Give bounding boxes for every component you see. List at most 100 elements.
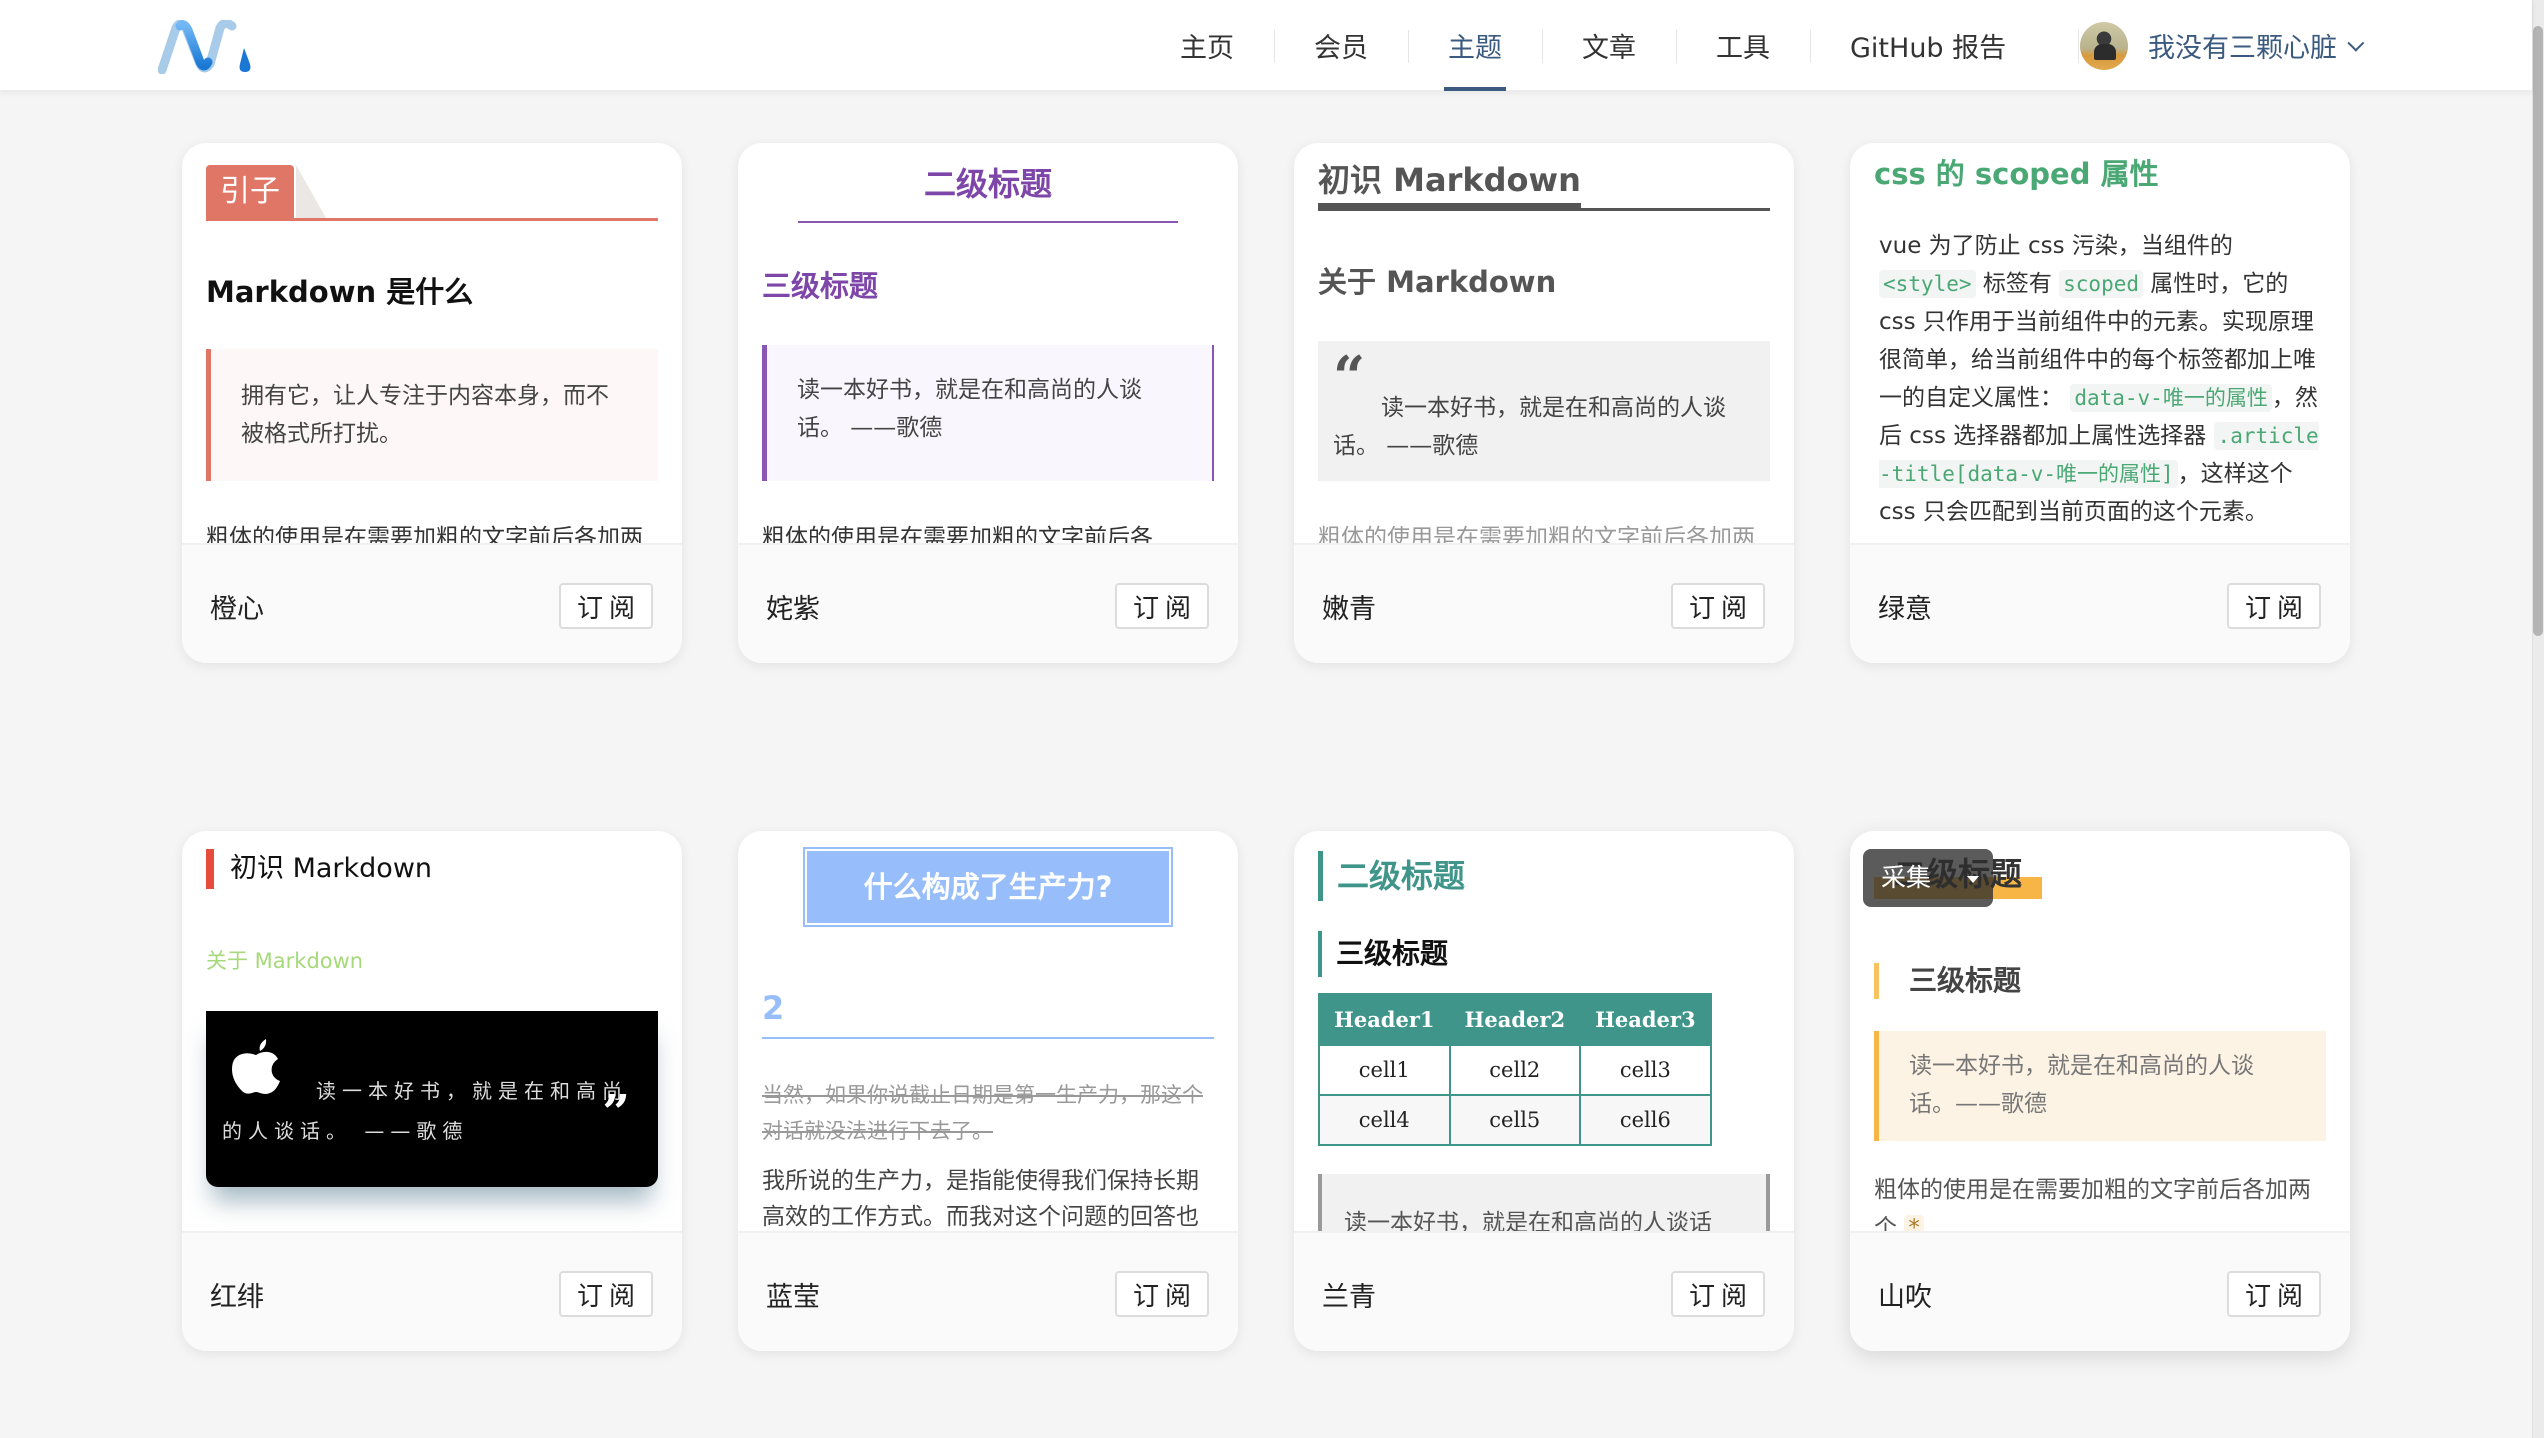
paragraph-text: 粗体的使用是在需要加粗的文字前后各加两个	[1874, 1177, 2311, 1231]
card-footer: 嫩青 订阅	[1294, 543, 1794, 663]
theme-card-lanqing: 二级标题 三级标题 Header1 Header2 Header3 cell1 …	[1294, 831, 1794, 1351]
preview-paragraph: 粗体的使用是在需要加粗的文字前后各加两	[206, 525, 643, 543]
subscribe-button[interactable]: 订阅	[2227, 1271, 2321, 1317]
theme-card-hongfei: 初识 Markdown 关于 Markdown 读一本好书，就是在和高尚的人谈话…	[182, 831, 682, 1351]
chevron-down-icon[interactable]	[2347, 34, 2365, 52]
theme-preview: 二级标题 三级标题 Header1 Header2 Header3 cell1 …	[1294, 831, 1794, 1231]
card-footer: 红绯 订阅	[182, 1231, 682, 1351]
table-header: Header3	[1579, 993, 1712, 1046]
user-avatar[interactable]	[2080, 21, 2128, 70]
theme-name: 蓝莹	[766, 1282, 820, 1313]
preview-h2: 关于 Markdown	[1318, 265, 1557, 299]
theme-card-chazi: 二级标题 三级标题 读一本好书，就是在和高尚的人谈话。 ——歌德 粗体的使用是在…	[738, 143, 1238, 663]
theme-preview: 引子 Markdown 是什么 拥有它，让人专注于内容本身，而不被格式所打扰。 …	[182, 143, 682, 543]
quote-text: 读一本好书，就是在和高尚的人谈话。 ——歌德	[1333, 395, 1726, 459]
table-header-row: Header1 Header2 Header3	[1318, 993, 1712, 1046]
quote-text: 读一本好书，就是在和高尚的人谈话。 ——歌德	[222, 1079, 628, 1143]
theme-preview: css 的 scoped 属性 vue 为了防止 css 污染，当组件的 <st…	[1850, 143, 2350, 543]
preview-h2: 二级标题	[798, 159, 1178, 223]
inline-code: <style>	[1879, 270, 1976, 298]
subscribe-button[interactable]: 订阅	[559, 583, 653, 629]
theme-preview: 初识 Markdown 关于 Markdown “ 读一本好书，就是在和高尚的人…	[1294, 143, 1794, 543]
main-nav: 主页 会员 主题 文章 工具 GitHub 报告	[1140, 0, 2046, 91]
subscribe-button[interactable]: 订阅	[1115, 1271, 1209, 1317]
preview-heading: css 的 scoped 属性	[1874, 157, 2159, 191]
card-footer: 山吹 订阅	[1850, 1231, 2350, 1351]
theme-name: 山吹	[1878, 1282, 1932, 1313]
preview-blockquote: 拥有它，让人专注于内容本身，而不被格式所打扰。	[206, 349, 658, 481]
theme-name: 绿意	[1878, 594, 1932, 625]
user-menu[interactable]: 我没有三颗心脏	[2078, 0, 2365, 91]
preview-h1: 引子	[206, 165, 658, 221]
collect-button[interactable]: 采集	[1863, 849, 1993, 907]
nav-label: GitHub 报告	[1850, 33, 2007, 64]
preview-tag: 引子	[206, 165, 294, 218]
table-header: Header1	[1318, 993, 1451, 1046]
top-nav-bar: 主页 会员 主题 文章 工具 GitHub 报告 我没有三颗心脏	[0, 0, 2532, 91]
preview-h2: Markdown 是什么	[206, 275, 474, 309]
preview-paragraph: 我所说的生产力，是指能使得我们保持长期高效的工作方式。而我对这个问题的回答也很简	[762, 1168, 1199, 1230]
subscribe-button[interactable]: 订阅	[1115, 583, 1209, 629]
nav-label: 会员	[1314, 33, 1368, 64]
theme-card-chengxin: 引子 Markdown 是什么 拥有它，让人专注于内容本身，而不被格式所打扰。 …	[182, 143, 682, 663]
preview-h1: 初识 Markdown	[206, 849, 658, 889]
text-segment: vue 为了防止 css 污染，当组件的	[1879, 233, 2233, 259]
theme-preview: 二级标题 三级标题 读一本好书，就是在和高尚的人谈话。 ——歌德 粗体的使用是在…	[738, 143, 1238, 543]
close-quote-icon: ”	[602, 1085, 636, 1141]
card-footer: 绿意 订阅	[1850, 543, 2350, 663]
subscribe-button[interactable]: 订阅	[559, 1271, 653, 1317]
card-footer: 蓝莹 订阅	[738, 1231, 1238, 1351]
theme-name: 红绯	[210, 1282, 264, 1313]
preview-h3: 三级标题	[1874, 963, 2326, 999]
theme-preview: 初识 Markdown 关于 Markdown 读一本好书，就是在和高尚的人谈话…	[182, 831, 682, 1231]
nav-label: 工具	[1716, 33, 1770, 64]
preview-blockquote: “ 读一本好书，就是在和高尚的人谈话。 ——歌德	[1318, 341, 1770, 481]
subscribe-button[interactable]: 订阅	[2227, 583, 2321, 629]
collect-label: 采集	[1881, 863, 1932, 892]
theme-card-lvyi: css 的 scoped 属性 vue 为了防止 css 污染，当组件的 <st…	[1850, 143, 2350, 663]
preview-paragraph: vue 为了防止 css 污染，当组件的 <style> 标签有 scoped …	[1874, 227, 2326, 531]
table-cell: cell2	[1448, 1044, 1582, 1096]
site-logo[interactable]	[158, 20, 254, 74]
preview-table: Header1 Header2 Header3 cell1 cell2 cell…	[1318, 993, 1712, 1146]
preview-h1-text: 初识 Markdown	[1318, 155, 1581, 209]
nav-item-home[interactable]: 主页	[1140, 0, 1274, 91]
caret-down-icon	[1967, 876, 1979, 883]
page-scrollbar[interactable]	[2532, 0, 2544, 1438]
nav-item-themes[interactable]: 主题	[1408, 0, 1542, 91]
subscribe-button[interactable]: 订阅	[1671, 1271, 1765, 1317]
inline-code: scoped	[2059, 270, 2143, 298]
table-header: Header2	[1448, 993, 1582, 1046]
theme-name: 兰青	[1322, 1282, 1376, 1313]
nav-item-members[interactable]: 会员	[1274, 0, 1408, 91]
card-footer: 橙心 订阅	[182, 543, 682, 663]
scrollbar-thumb[interactable]	[2533, 26, 2543, 636]
nav-item-articles[interactable]: 文章	[1542, 0, 1676, 91]
theme-preview: 什么构成了生产力? 2 当然，如果你说截止日期是第一生产力，那这个对话就没法进行…	[738, 831, 1238, 1231]
nav-item-github-report[interactable]: GitHub 报告	[1810, 0, 2046, 91]
table-row: cell1 cell2 cell3	[1318, 1044, 1712, 1096]
preview-h1: 什么构成了生产力?	[803, 847, 1173, 927]
table-row: cell4 cell5 cell6	[1318, 1094, 1712, 1146]
subscribe-button[interactable]: 订阅	[1671, 583, 1765, 629]
card-footer: 兰青 订阅	[1294, 1231, 1794, 1351]
preview-h2: 关于 Markdown	[206, 949, 364, 973]
preview-blockquote: 读一本好书，就是在和高尚的人谈话。——歌德	[1874, 1031, 2326, 1141]
preview-paragraph: 粗体的使用是在需要加粗的文字前后各加两	[1318, 525, 1755, 543]
table-cell: cell6	[1579, 1094, 1712, 1146]
theme-name: 嫩青	[1322, 594, 1376, 625]
preview-paragraph: 粗体的使用是在需要加粗的文字前后各加两个 *	[1874, 1171, 2326, 1231]
preview-strikethrough: 当然，如果你说截止日期是第一生产力，那这个对话就没法进行下去了。	[762, 1083, 1203, 1143]
inline-code: *	[1904, 1215, 1924, 1231]
preview-h2: 2	[762, 989, 1214, 1039]
user-name[interactable]: 我没有三颗心脏	[2148, 26, 2337, 65]
theme-card-lanying: 什么构成了生产力? 2 当然，如果你说截止日期是第一生产力，那这个对话就没法进行…	[738, 831, 1238, 1351]
table-cell: cell3	[1579, 1044, 1712, 1096]
tag-fold-decoration	[296, 165, 326, 218]
theme-card-nenqing: 初识 Markdown 关于 Markdown “ 读一本好书，就是在和高尚的人…	[1294, 143, 1794, 663]
nav-label: 文章	[1582, 33, 1636, 64]
nav-item-tools[interactable]: 工具	[1676, 0, 1810, 91]
theme-name: 姹紫	[766, 594, 820, 625]
text-segment: 标签有	[1975, 271, 2060, 297]
table-cell: cell1	[1318, 1044, 1451, 1096]
